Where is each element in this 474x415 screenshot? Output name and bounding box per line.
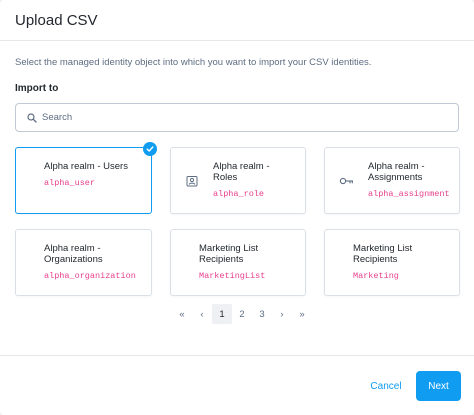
search-icon <box>27 112 37 123</box>
badge-icon <box>186 176 198 187</box>
card-code: alpha_user <box>44 178 96 188</box>
card-code: MarketingList <box>199 271 266 281</box>
modal-body: Select the managed identity object into … <box>0 41 474 355</box>
card-title-line2: Recipients <box>199 254 244 265</box>
import-to-label: Import to <box>15 83 59 94</box>
intro-text: Select the managed identity object into … <box>15 57 372 68</box>
search-box[interactable] <box>15 103 459 132</box>
cancel-button[interactable]: Cancel <box>363 371 409 401</box>
modal-footer: Cancel Next <box>0 355 474 415</box>
card-title-line2: Recipients <box>353 254 398 265</box>
card-alpha-roles[interactable]: Alpha realm - Roles alpha_role <box>170 147 306 214</box>
card-marketing-list-recipients[interactable]: Marketing List Recipients MarketingList <box>170 229 306 296</box>
modal-header: Upload CSV <box>0 0 474 41</box>
card-title: Alpha realm - <box>213 161 270 172</box>
page-3-button[interactable]: 3 <box>252 304 272 324</box>
card-title-line2: Roles <box>213 172 238 183</box>
pagination: « ‹ 1 2 3 › » <box>172 304 312 324</box>
card-title: Alpha realm - <box>44 243 101 254</box>
page-1-button[interactable]: 1 <box>212 304 232 324</box>
last-page-button[interactable]: » <box>292 304 312 324</box>
next-page-button[interactable]: › <box>272 304 292 324</box>
card-marketing-recipients[interactable]: Marketing List Recipients Marketing <box>324 229 460 296</box>
selected-check-icon <box>143 142 157 156</box>
card-code: alpha_assignment <box>368 189 450 199</box>
card-code: alpha_role <box>213 189 265 199</box>
card-code: Marketing <box>353 271 399 281</box>
card-title: Marketing List <box>353 243 413 254</box>
next-button[interactable]: Next <box>416 371 461 401</box>
card-alpha-users[interactable]: Alpha realm - Users alpha_user <box>15 142 157 214</box>
card-title: Alpha realm - <box>368 161 425 172</box>
card-alpha-organizations[interactable]: Alpha realm - Organizations alpha_organi… <box>15 229 152 296</box>
upload-csv-modal: Upload CSV Select the managed identity o… <box>0 0 474 415</box>
card-title-line2: Organizations <box>44 254 103 265</box>
card-alpha-assignments[interactable]: Alpha realm - Assignments alpha_assignme… <box>324 147 460 214</box>
prev-page-button[interactable]: ‹ <box>192 304 212 324</box>
card-title-line2: Assignments <box>368 172 423 183</box>
search-input[interactable] <box>42 112 422 123</box>
card-code: alpha_organization <box>44 271 136 281</box>
card-title: Marketing List <box>199 243 259 254</box>
modal-title: Upload CSV <box>15 12 98 29</box>
page-2-button[interactable]: 2 <box>232 304 252 324</box>
card-title: Alpha realm - Users <box>44 161 128 172</box>
first-page-button[interactable]: « <box>172 304 192 324</box>
key-icon <box>339 177 353 185</box>
